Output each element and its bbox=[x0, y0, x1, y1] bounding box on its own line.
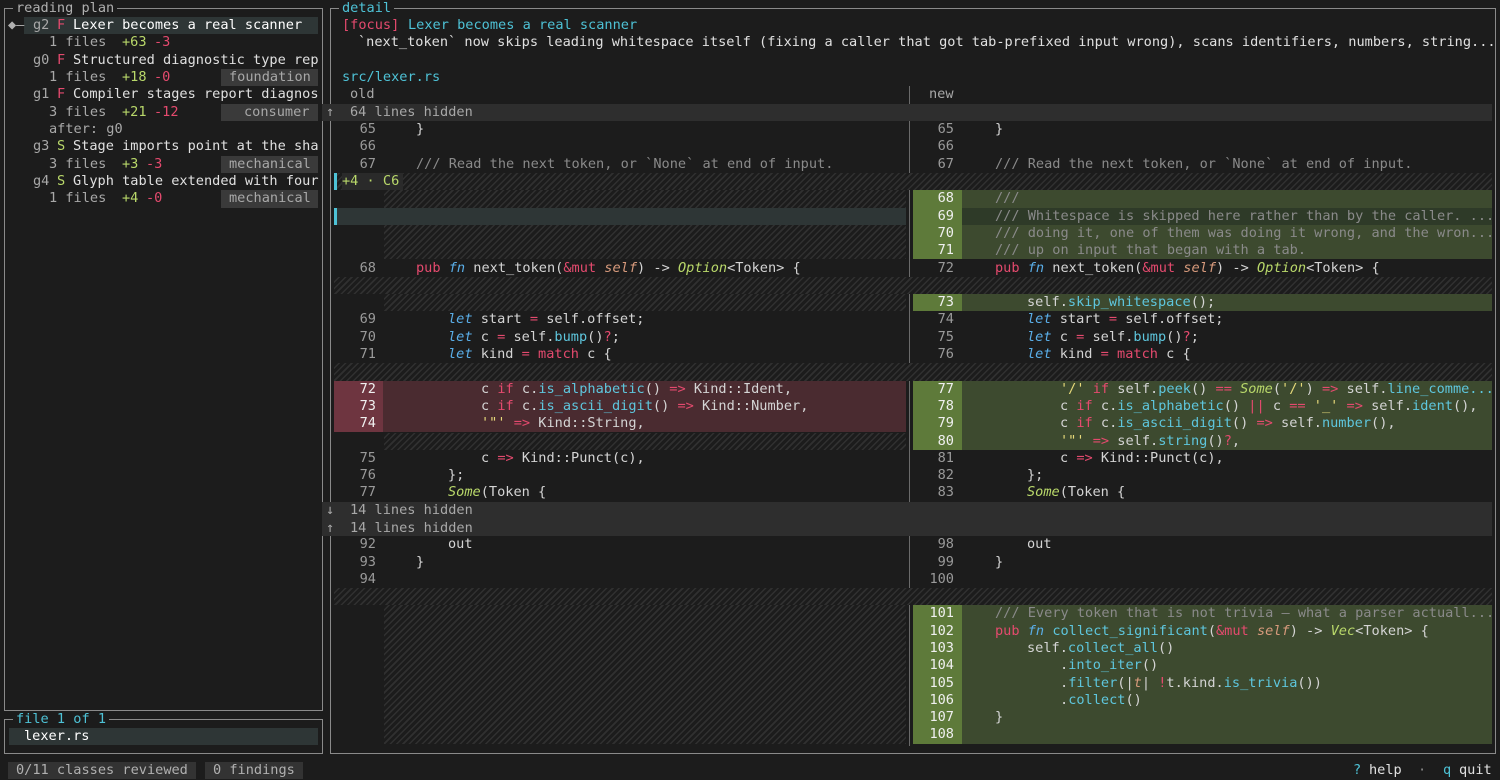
status-separator: · bbox=[1418, 762, 1427, 778]
group-tag: foundation bbox=[221, 69, 318, 87]
focus-title: Lexer becomes a real scanner bbox=[408, 17, 638, 33]
group-title: Lexer becomes a real scanner bbox=[73, 17, 303, 33]
group-plus: +18 bbox=[122, 69, 147, 85]
reading-plan-title: reading plan bbox=[13, 0, 118, 16]
group-minus: -12 bbox=[154, 103, 179, 120]
group-minus: -3 bbox=[154, 34, 171, 51]
hidden-lines-top[interactable]: 64 lines hidden bbox=[350, 104, 473, 121]
focus-description: `next_token` now skips leading whitespac… bbox=[358, 34, 1496, 51]
old-column-label: old bbox=[350, 86, 375, 103]
arrow-down-icon: ↓ bbox=[326, 502, 335, 518]
quit-key[interactable]: q bbox=[1443, 762, 1451, 779]
group-id: g0 bbox=[33, 51, 50, 68]
group-files: 1 files bbox=[49, 69, 107, 85]
group-plus: +63 bbox=[122, 34, 147, 51]
group-tag: consumer bbox=[221, 103, 318, 121]
group-minus: -3 bbox=[146, 155, 163, 172]
group-id: g1 bbox=[33, 86, 50, 103]
hunk-label: +4 · C6 bbox=[342, 173, 404, 191]
group-title: Stage imports point at the sha bbox=[73, 138, 319, 155]
group-title: Compiler stages report diagnos bbox=[73, 86, 319, 103]
new-column-label: new bbox=[929, 86, 954, 103]
group-id: g3 bbox=[33, 138, 50, 155]
reviewed-badge: 0/11 classes reviewed bbox=[8, 762, 196, 780]
group-id: g4 bbox=[33, 173, 50, 189]
group-files: 3 files bbox=[49, 155, 107, 172]
group-id: g2 bbox=[33, 17, 50, 33]
group-files: 1 files bbox=[49, 34, 107, 51]
group-kind: S bbox=[57, 173, 66, 189]
group-kind: F bbox=[57, 17, 66, 33]
hidden-lines-mid2[interactable]: 14 lines hidden bbox=[350, 520, 473, 537]
detail-title: detail bbox=[339, 0, 395, 16]
group-files: 1 files bbox=[49, 190, 107, 207]
group-plus: +21 bbox=[122, 103, 147, 120]
group-plus: +3 bbox=[122, 155, 139, 172]
file-box-title: file 1 of 1 bbox=[13, 711, 110, 727]
file-path: src/lexer.rs bbox=[342, 69, 441, 85]
arrow-up-icon: ↑ bbox=[326, 104, 335, 120]
group-files: 3 files bbox=[49, 103, 107, 120]
file-item-lexer[interactable]: lexer.rs bbox=[24, 728, 89, 745]
group-minus: -0 bbox=[146, 190, 163, 207]
help-label[interactable]: help bbox=[1369, 762, 1402, 779]
hidden-lines-mid1[interactable]: 14 lines hidden bbox=[350, 502, 473, 519]
help-key[interactable]: ? bbox=[1353, 762, 1361, 779]
group-after: after: g0 bbox=[49, 121, 123, 137]
selection-marker-icon: ◆– bbox=[8, 17, 25, 33]
group-kind: F bbox=[57, 51, 66, 68]
group-kind: S bbox=[57, 138, 66, 155]
group-title: Glyph table extended with four bbox=[73, 173, 319, 189]
group-tag: mechanical bbox=[221, 190, 318, 208]
group-tag: mechanical bbox=[221, 155, 318, 173]
group-minus: -0 bbox=[154, 69, 171, 85]
findings-badge: 0 findings bbox=[205, 762, 303, 780]
focus-tag: [focus] bbox=[342, 17, 400, 33]
arrow-up-icon: ↑ bbox=[326, 519, 335, 536]
group-plus: +4 bbox=[122, 190, 139, 207]
group-kind: F bbox=[57, 86, 66, 103]
quit-label[interactable]: quit bbox=[1459, 762, 1492, 779]
group-title: Structured diagnostic type rep bbox=[73, 51, 319, 68]
